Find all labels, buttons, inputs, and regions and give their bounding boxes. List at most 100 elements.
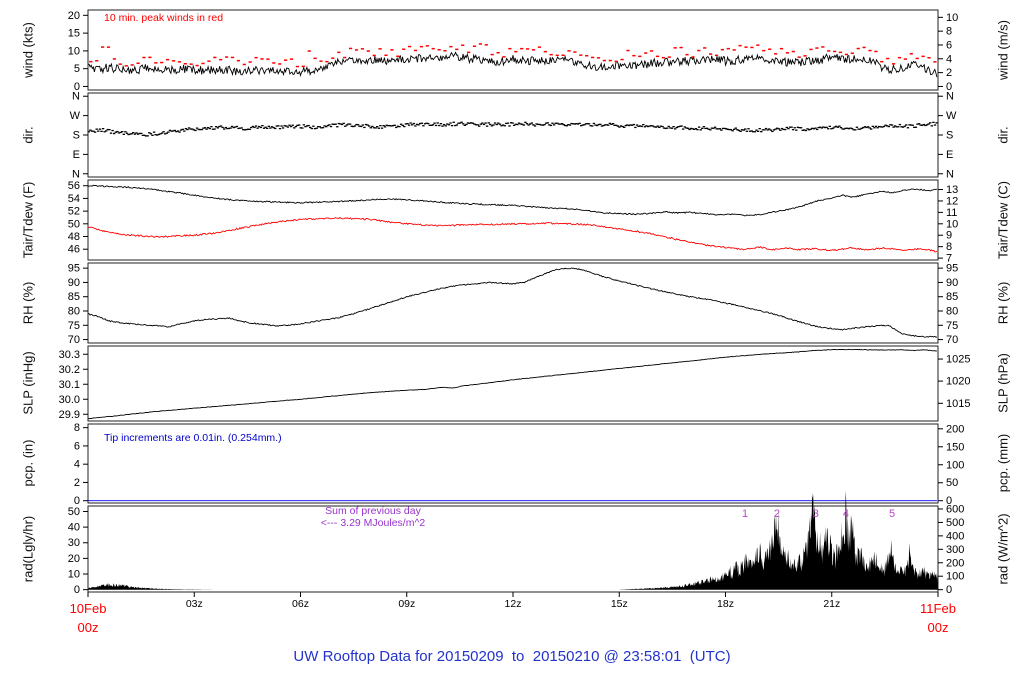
rh-right-ticks: 70 75 80 85 90 95 xyxy=(938,263,958,346)
weather-multipanel-plot: 051015200246810NESWNNESWN464850525456789… xyxy=(59,9,970,610)
svg-text:6: 6 xyxy=(74,440,80,452)
plot-title: UW Rooftop Data for 20150209 to 20150210… xyxy=(293,648,731,665)
svg-text:4: 4 xyxy=(843,508,849,520)
dir-right-axis-label: dir. xyxy=(995,126,1011,144)
svg-text:50: 50 xyxy=(946,477,958,489)
svg-text:75: 75 xyxy=(68,320,80,332)
rad-panel: 0102030405001002003004005006001 2 3 4 5 xyxy=(68,490,964,596)
svg-text:6: 6 xyxy=(946,39,952,51)
wind_dir-series xyxy=(87,121,938,137)
svg-text:1025: 1025 xyxy=(946,354,970,366)
svg-text:600: 600 xyxy=(946,503,964,515)
wind-peak-annotation: 10 min. peak winds in red xyxy=(104,12,224,24)
temp-panel-frame xyxy=(87,179,939,261)
dir-panel-frame xyxy=(87,92,939,178)
svg-text:N: N xyxy=(72,168,80,180)
x-axis-start-label: 10Feb 00z xyxy=(48,599,128,637)
temp-right-axis-label: Tair/Tdew (C) xyxy=(995,180,1011,260)
svg-text:30.2: 30.2 xyxy=(59,364,80,376)
wind-right-ticks: 0246810 xyxy=(938,12,958,93)
svg-text:95: 95 xyxy=(946,263,958,275)
svg-text:E: E xyxy=(946,149,953,161)
svg-text:03z: 03z xyxy=(186,598,203,610)
svg-text:85: 85 xyxy=(946,291,958,303)
svg-text:100: 100 xyxy=(946,459,964,471)
tair-series xyxy=(87,184,938,217)
svg-text:50: 50 xyxy=(68,218,80,230)
svg-text:10: 10 xyxy=(68,569,80,581)
svg-text:90: 90 xyxy=(946,277,958,289)
temp-right-ticks: 78910111213 xyxy=(938,184,958,265)
svg-text:46: 46 xyxy=(68,244,80,256)
temp-left-axis-label: Tair/Tdew (F) xyxy=(20,181,36,259)
x-axis-ticks: 03z 06z 09z 12z 15z 18z 21z xyxy=(87,592,939,610)
svg-text:50: 50 xyxy=(68,506,80,518)
wind-left-ticks: 05101520 xyxy=(68,10,88,93)
svg-text:18z: 18z xyxy=(717,598,734,610)
x-axis-end-label: 11Feb 00z xyxy=(898,599,978,637)
svg-text:48: 48 xyxy=(68,231,80,243)
svg-text:10: 10 xyxy=(946,12,958,24)
pcp-right-axis-label: pcp. (mm) xyxy=(995,433,1011,493)
pcp-left-ticks: 02468 xyxy=(74,422,88,507)
svg-text:150: 150 xyxy=(946,441,964,453)
uw-rooftop-weather-figure: 0 5 10 15 20 0 2 4 6 8 10 N E S W N N E S W N 46 48 50 52 54 56 7 8 9… xyxy=(0,0,1024,700)
x-axis-end-date: 11Feb xyxy=(920,601,956,616)
svg-text:E: E xyxy=(73,149,80,161)
svg-text:29.9: 29.9 xyxy=(59,409,80,421)
slp-right-ticks: 1015 1020 1025 xyxy=(938,354,970,410)
svg-text:11: 11 xyxy=(946,207,957,219)
pcp-left-axis-label: pcp. (in) xyxy=(20,439,36,487)
svg-text:30.1: 30.1 xyxy=(59,379,80,391)
slp-series xyxy=(87,348,937,420)
svg-text:N: N xyxy=(946,91,954,103)
svg-text:W: W xyxy=(70,110,81,122)
svg-text:06z: 06z xyxy=(292,598,309,610)
svg-text:12: 12 xyxy=(946,195,958,207)
svg-text:0: 0 xyxy=(946,584,952,596)
dir-left-ticks: NESWN xyxy=(70,91,88,180)
rh-series xyxy=(87,267,937,338)
rh-left-axis-label: RH (%) xyxy=(20,281,36,325)
rad-left-ticks: 0 10 20 30 40 50 xyxy=(68,506,88,596)
slp-left-axis-label: SLP (inHg) xyxy=(20,351,36,415)
svg-text:54: 54 xyxy=(68,193,80,205)
svg-text:0: 0 xyxy=(74,584,80,596)
svg-text:300: 300 xyxy=(946,544,964,556)
svg-text:500: 500 xyxy=(946,517,964,529)
pcp-right-ticks: 050100150200 xyxy=(938,423,964,507)
svg-text:4: 4 xyxy=(946,53,952,65)
slp-panel: 29.9 30.0 30.1 30.2 30.3 1015 1020 1025 xyxy=(59,345,970,422)
svg-text:8: 8 xyxy=(946,26,952,38)
svg-text:1015: 1015 xyxy=(946,398,970,410)
svg-text:90: 90 xyxy=(68,277,80,289)
svg-text:200: 200 xyxy=(946,423,964,435)
slp-left-ticks: 29.9 30.0 30.1 30.2 30.3 xyxy=(59,349,88,421)
svg-text:8: 8 xyxy=(74,422,80,434)
dir-panel: NESWNNESWN xyxy=(70,91,957,181)
svg-text:70: 70 xyxy=(946,334,958,346)
svg-text:8: 8 xyxy=(946,241,952,253)
svg-text:2: 2 xyxy=(946,67,952,79)
svg-text:100: 100 xyxy=(946,571,964,583)
temp-panel: 464850525456 78910111213 xyxy=(68,179,958,265)
svg-text:W: W xyxy=(946,110,957,122)
svg-text:80: 80 xyxy=(68,306,80,318)
pcp-tip-annotation: Tip increments are 0.01in. (0.254mm.) xyxy=(104,432,282,444)
svg-text:N: N xyxy=(946,168,954,180)
rh-right-axis-label: RH (%) xyxy=(995,281,1011,325)
rad-right-axis-label: rad (W/m^2) xyxy=(995,513,1011,585)
slp-right-axis-label: SLP (hPa) xyxy=(995,353,1011,413)
svg-text:4: 4 xyxy=(74,459,80,471)
x-axis-start-time: 00z xyxy=(77,620,99,635)
svg-text:S: S xyxy=(73,130,80,142)
svg-text:85: 85 xyxy=(68,291,80,303)
svg-text:5: 5 xyxy=(889,508,895,520)
tdew-series xyxy=(87,216,938,253)
svg-text:10: 10 xyxy=(68,45,80,57)
svg-text:21z: 21z xyxy=(823,598,840,610)
svg-text:1: 1 xyxy=(742,508,748,520)
svg-text:N: N xyxy=(72,91,80,103)
svg-text:15: 15 xyxy=(68,28,80,40)
svg-text:20: 20 xyxy=(68,10,80,22)
